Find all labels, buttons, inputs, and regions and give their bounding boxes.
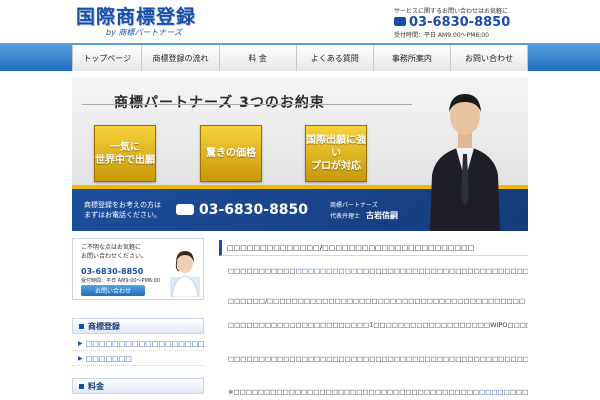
hero-firm-info: 商標パートナーズ 代表弁理士 古岩信嗣 <box>330 201 398 222</box>
sidebar-contact-box: ご不明な点はお気軽に お問い合わせください。 03-6830-8850 受付時間… <box>72 238 204 300</box>
sidebar-contact-note: ご不明な点はお気軽に お問い合わせください。 <box>81 243 147 261</box>
site-logo[interactable]: 国際商標登録 by 商標パートナーズ <box>76 7 196 38</box>
sidebar-contact-button[interactable]: お問い合わせ <box>81 285 145 296</box>
operator-photo <box>170 251 200 297</box>
paragraph-1-text: □□□□□□□□□□□ <box>228 267 296 275</box>
sidebar-phone[interactable]: 03-6830-8850 <box>81 267 143 276</box>
paragraph-5-text-rest: □□□□□□□ <box>509 388 528 396</box>
paragraph-1-link[interactable]: □□□□□□□□□□□ <box>296 267 364 275</box>
hero-call-line1: 商標登録をお考えの方は <box>84 201 161 209</box>
site-header: 国際商標登録 by 商標パートナーズ サービスに関するお問い合わせはお気軽に 0… <box>0 0 600 42</box>
header-phone[interactable]: 03-6830-8850 <box>394 15 524 30</box>
paragraph-1-text-rest: □□□□□□□□□□□□□□□□□□□□□□□□□□□□□□□□□□□□□□□□… <box>363 267 528 275</box>
sidebar-section-pricing-title: 料金 <box>88 381 104 391</box>
logo-subtitle: by 商標パートナーズ <box>106 28 182 37</box>
hero-phone[interactable]: 03-6830-8850 <box>176 202 308 218</box>
nav-item-faq[interactable]: よくある質問 <box>297 45 374 71</box>
sidebar-section-trademark: 商標登録 <box>72 318 204 334</box>
promise-badge-price: 驚きの価格 <box>200 125 262 182</box>
triangle-right-icon: ▶ <box>78 355 83 362</box>
hero-phone-number: 03-6830-8850 <box>199 202 309 218</box>
header-phone-number: 03-6830-8850 <box>409 15 511 30</box>
logo-title: 国際商標登録 <box>76 6 197 28</box>
main-paragraph-3: □□□□□□□□□□□□□□□□□□□□□□□1□□□□□□□□□□□□□□□□… <box>228 320 528 342</box>
promise-1-line1: 一気に <box>110 141 140 153</box>
sidebar-section-trademark-title: 商標登録 <box>88 321 120 331</box>
main-paragraph-2: □□□□□□/□□□□□□□□□□□□□□□□□□□□□□□□□□□□□□□□□… <box>228 296 528 307</box>
main-paragraph-1: □□□□□□□□□□□□□□□□□□□□□□□□□□□□□□□□□□□□□□□□… <box>228 266 528 288</box>
sidebar-contact-line1: ご不明な点はお気軽に <box>81 244 142 251</box>
sidebar-link-2[interactable]: ▶ □□□□□□□ <box>72 352 204 366</box>
nav-item-flow[interactable]: 商標登録の流れ <box>142 45 220 71</box>
header-contact-note: サービスに関するお問い合わせはお気軽に <box>394 8 509 15</box>
main-paragraph-4: □□□□□□□□□□□□□□□□□□□□□□□□□□□□□□□□□□□□□□□□… <box>228 354 528 376</box>
sidebar-contact-line2: お問い合わせください。 <box>81 253 148 260</box>
promise-3-line1: 国際出願に強い <box>306 135 366 159</box>
nav-item-pricing[interactable]: 料 金 <box>220 45 297 71</box>
sidebar-link-2-label: □□□□□□□ <box>85 354 132 363</box>
square-bullet-icon <box>79 323 84 329</box>
promise-2-line1: 驚きの価格 <box>206 148 256 159</box>
sidebar-link-1[interactable]: ▶□□□□□□□□□□□□□□□□□□□□ <box>72 337 204 351</box>
hero-call-text: 商標登録をお考えの方は まずはお電話ください。 <box>84 200 161 220</box>
page: 国際商標登録 by 商標パートナーズ サービスに関するお問い合わせはお気軽に 0… <box>0 0 600 400</box>
paragraph-2-text: □□□□□□/□□□□□□□□□□□□□□□□□□□□□□□□□□□□□□□□□… <box>228 297 525 305</box>
hero-title: 商標パートナーズ 3つのお約束 <box>114 95 325 111</box>
phone-icon <box>176 204 194 215</box>
paragraph-4-text: □□□□□□□□□□□□□□□□□□□□□□□□□□□□□□□□□□□□□□□□… <box>228 355 528 363</box>
hero-firm-name: 商標パートナーズ <box>330 202 378 209</box>
sidebar-hours: 受付時間：平日 AM9:00～PM6:00 <box>81 278 161 284</box>
attorney-photo <box>430 94 500 231</box>
triangle-right-icon: ▶ <box>78 340 83 347</box>
promise-badge-expert: 国際出願に強いプロが対応 <box>305 125 367 182</box>
main-paragraph-5: ※□□□□□□□□□□□□□□□□□□□□□□□□□□□□□□□□□□□□□□□… <box>228 387 528 398</box>
phone-icon <box>394 17 406 26</box>
hero-call-line2: まずはお電話ください。 <box>84 211 161 219</box>
nav-item-office[interactable]: 事務所案内 <box>374 45 451 71</box>
main-nav: トップページ 商標登録の流れ 料 金 よくある質問 事務所案内 お問い合わせ <box>72 45 529 71</box>
hero-role: 代表弁理士 <box>330 213 361 220</box>
sidebar-link-1-label: □□□□□□□□□□□□□□□□□□□□ <box>85 339 204 348</box>
paragraph-5-text: ※□□□□□□□□□□□□□□□□□□□□□□□□□□□□□□□□□□□□□□□… <box>228 388 480 396</box>
square-bullet-icon <box>79 383 84 389</box>
hero-person-name: 古岩信嗣 <box>366 211 399 220</box>
paragraph-3-text: □□□□□□□□□□□□□□□□□□□□□□□1□□□□□□□□□□□□□□□□… <box>228 321 528 329</box>
paragraph-5-link[interactable]: □□□□□ <box>479 388 510 396</box>
header-contact: サービスに関するお問い合わせはお気軽に 03-6830-8850 受付時間：平日… <box>394 6 524 39</box>
promise-badge-worldwide: 一気に 世界中で出願 <box>94 125 156 182</box>
main-section-title: □□□□□□□□□□□□□□/□□□□□□□□□□□□□□□□□□□□□□□ <box>219 240 528 256</box>
header-hours: 受付時間：平日 AM9:00～PM6:00 <box>394 32 489 39</box>
promise-3-line2: プロが対応 <box>311 161 361 172</box>
promise-1-line2: 世界中で出願 <box>95 154 155 166</box>
nav-item-contact[interactable]: お問い合わせ <box>451 45 529 71</box>
hero-banner: 商標パートナーズ 3つのお約束 一気に 世界中で出願 驚きの価格 国際出願に強いプ… <box>72 77 528 231</box>
nav-item-top[interactable]: トップページ <box>73 45 143 71</box>
sidebar-section-pricing: 料金 <box>72 378 204 394</box>
hero-divider <box>82 104 412 105</box>
